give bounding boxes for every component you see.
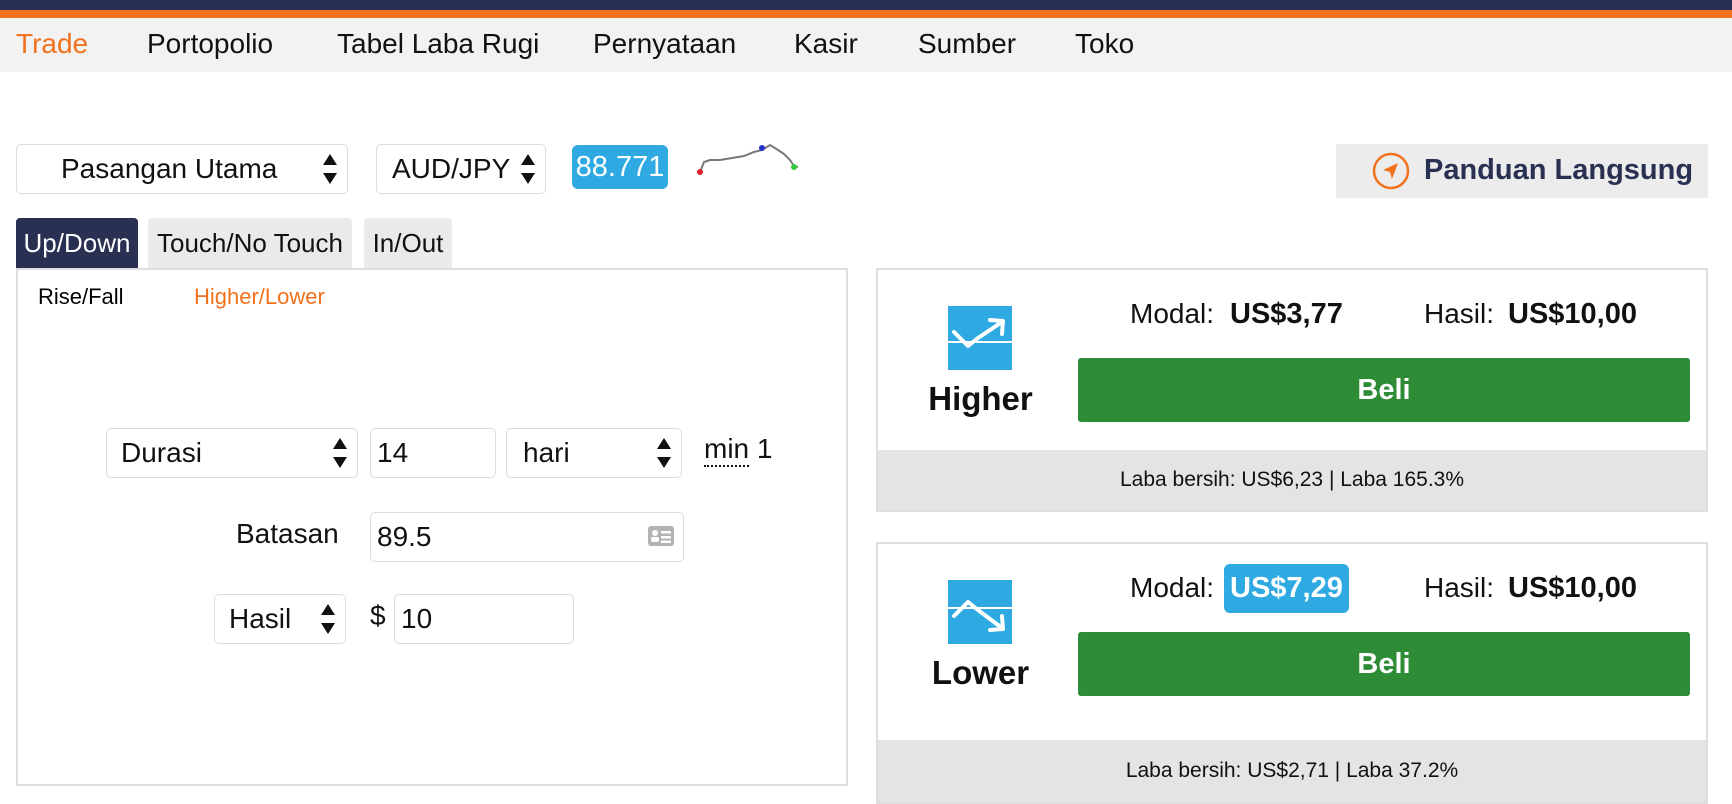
select-arrows-icon [321,604,335,634]
profit-info-lower: Laba bersih: US$2,71 | Laba 37.2% [878,740,1706,802]
buy-higher-button[interactable]: Beli [1078,358,1690,422]
barrier-input[interactable]: 89.5 [370,512,684,562]
subtab-higher-lower[interactable]: Higher/Lower [194,284,325,310]
stake-value: US$7,29 [1224,564,1349,613]
basis-value: Hasil [229,603,292,634]
profit-info-higher: Laba bersih: US$6,23 | Laba 165.3% [878,450,1706,510]
duration-type-value: Durasi [121,437,202,468]
minimum-duration-label: min [704,433,750,467]
contract-card-higher: Higher Modal: US$3,77 Hasil: US$10,00 Be… [876,268,1708,512]
duration-type-select[interactable]: Durasi [106,428,358,478]
main-nav: Trade Portopolio Tabel Laba Rugi Pernyat… [0,18,1732,72]
market-group-select[interactable]: Pasangan Utama [16,144,348,194]
select-arrows-icon [323,154,337,184]
amount-input[interactable]: 10 [394,594,574,644]
buy-lower-button[interactable]: Beli [1078,632,1690,696]
stake-label: Modal: [1130,572,1215,603]
contract-name-higher: Higher [928,380,1033,417]
contract-name-lower: Lower [931,654,1030,691]
nav-item-toko[interactable]: Toko [1075,28,1134,60]
market-group-value: Pasangan Utama [61,153,278,184]
select-arrows-icon [521,154,535,184]
currency-symbol: $ [370,600,386,631]
id-card-icon[interactable] [647,524,675,548]
minimum-duration-value: 1 [756,433,773,464]
sparkline-end-point [791,164,797,170]
nav-item-trade[interactable]: Trade [16,28,88,60]
nav-item-portopolio[interactable]: Portopolio [147,28,273,60]
amount-value-text: 10 [401,603,433,634]
basis-select[interactable]: Hasil [214,594,346,644]
select-arrows-icon [657,438,671,468]
live-guide-label: Panduan Langsung [1424,154,1694,186]
trade-form-panel: Rise/Fall Higher/Lower Durasi 14 hari mi… [16,268,848,786]
tab-up-down[interactable]: Up/Down [16,218,138,268]
top-bar [0,0,1732,10]
payout-value: US$10,00 [1508,298,1637,330]
duration-unit-value: hari [523,437,570,468]
symbol-value: AUD/JPY [392,153,511,184]
symbol-select[interactable]: AUD/JPY [376,144,546,194]
payout-label: Hasil: [1424,572,1495,603]
stake-label: Modal: [1130,298,1215,329]
minimum-duration-note: min 1 [704,433,773,467]
contract-card-lower: Lower Modal: US$7,29 Hasil: US$10,00 Bel… [876,542,1708,804]
barrier-label: Batasan [236,518,339,549]
live-guide-button[interactable]: Panduan Langsung [1336,144,1708,198]
select-arrows-icon [333,438,347,468]
navigation-arrow-icon [1372,152,1410,190]
stake-value: US$3,77 [1230,298,1343,330]
duration-value-text: 14 [377,437,409,468]
duration-value-input[interactable]: 14 [370,428,496,478]
price-sparkline [697,143,799,175]
trend-up-icon [948,306,1012,370]
duration-unit-select[interactable]: hari [506,428,682,478]
sparkline-start-point [697,169,703,175]
nav-item-kasir[interactable]: Kasir [794,28,858,60]
trend-down-icon [948,580,1012,644]
spot-price-badge: 88.771 [572,145,668,189]
payout-value: US$10,00 [1508,572,1637,604]
tab-touch-no-touch[interactable]: Touch/No Touch [148,218,352,268]
top-bar-accent [0,10,1732,18]
subtab-rise-fall[interactable]: Rise/Fall [38,284,124,310]
payout-label: Hasil: [1424,298,1495,329]
nav-item-sumber[interactable]: Sumber [918,28,1016,60]
tab-in-out[interactable]: In/Out [364,218,452,268]
nav-item-pernyataan[interactable]: Pernyataan [593,28,736,60]
barrier-value-text: 89.5 [377,521,432,552]
nav-item-tabel-laba-rugi[interactable]: Tabel Laba Rugi [337,28,539,60]
sparkline-high-point [759,145,765,151]
